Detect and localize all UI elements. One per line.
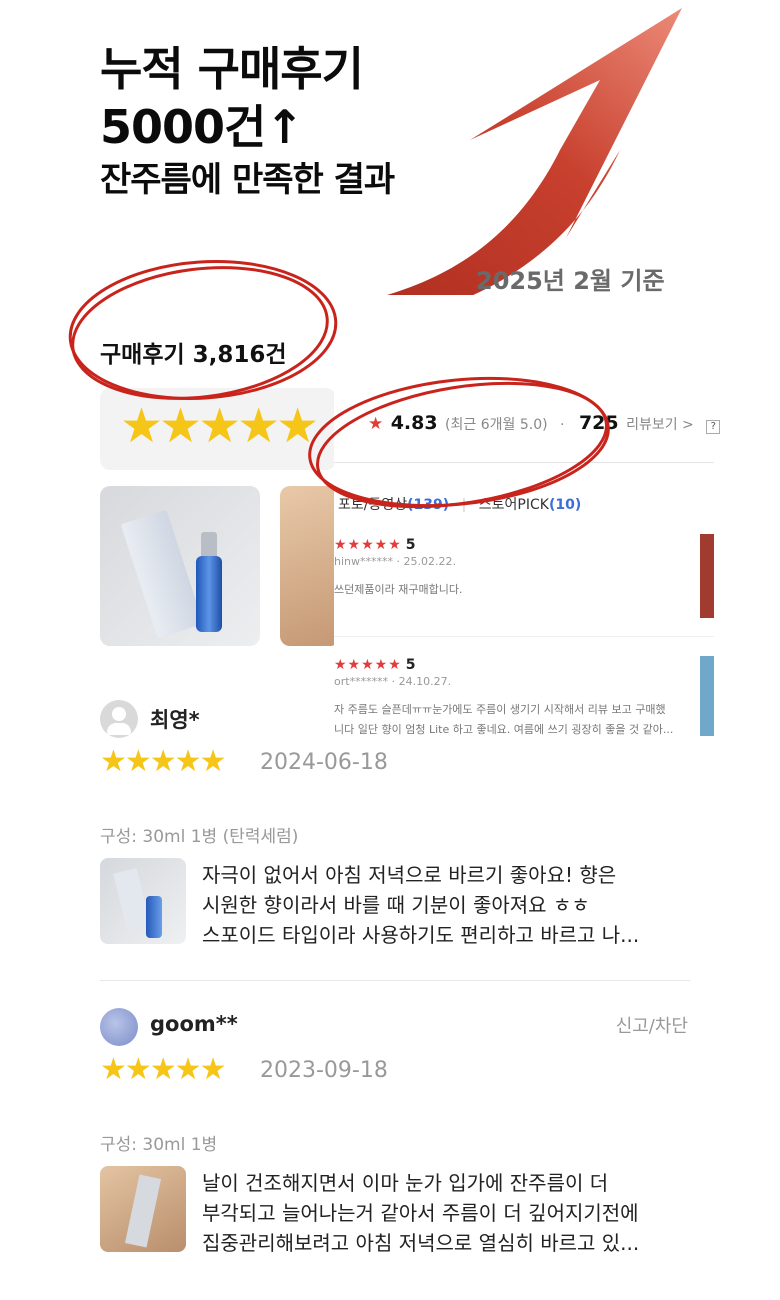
store-rating-summary: ★ 4.83 (최근 6개월 5.0) · 725 리뷰보기 > ? [368, 412, 721, 434]
review-count-label: 구매후기 3,816건 [100, 342, 287, 368]
separator-dot: · [560, 417, 565, 433]
tab-label: 스토어PICK [478, 497, 549, 513]
review-stars: ★★★★★ [100, 1052, 226, 1087]
headline-line2: 5000건↑ [100, 100, 304, 154]
purchase-option: 구성: 30ml 1병 (탄력세럼) [100, 827, 299, 847]
store-review-item[interactable]: ★★★★★ 5 hinw****** · 25.02.22. 쓰던제품이라 재구매… [334, 534, 684, 600]
review-text-line: 날이 건조해지면서 이마 눈가 입가에 잔주름이 더 [202, 1171, 609, 1195]
summary-rating-card: ★★★★★ [100, 388, 336, 470]
review-score: 5 [405, 537, 416, 553]
review-text-line: 자극이 없어서 아침 저녁으로 바르기 좋아요! 향은 [202, 863, 617, 887]
tab-photo-video[interactable]: 포토/동영상(139) [338, 497, 449, 513]
summary-stars: ★★★★★ [120, 398, 319, 454]
reviewer-name: goom** [150, 1012, 238, 1036]
review-body: 쓰던제품이라 재구매합니다. [334, 583, 463, 596]
avatar [100, 700, 138, 738]
review-user: hinw****** [334, 555, 393, 568]
review-stars: ★★★★★ [334, 537, 402, 553]
serum-bottle-image [196, 556, 222, 632]
store-review-panel: ★ 4.83 (최근 6개월 5.0) · 725 리뷰보기 > ? 포토/동영… [334, 388, 721, 738]
average-rating: 4.83 [390, 412, 438, 434]
as-of-date: 2025년 2월 기준 [476, 267, 665, 295]
divider [334, 636, 714, 637]
photo-thumbnail[interactable] [280, 486, 340, 646]
tab-count: (139) [407, 497, 450, 513]
review-photo-thumbnail[interactable] [700, 656, 714, 736]
divider [334, 462, 714, 463]
view-reviews-link[interactable]: 리뷰보기 > [626, 417, 694, 433]
tab-label: 포토/동영상 [338, 497, 408, 513]
dropper-cap-image [201, 532, 217, 558]
headline-line1: 누적 구매후기 [100, 42, 364, 96]
review-card: 최영* ★★★★★ 2024-06-18 구성: 30ml 1병 (탄력세럼) … [100, 700, 690, 990]
product-box-image [120, 509, 204, 639]
review-score: 5 [405, 657, 416, 673]
review-text-line: 시원한 향이라서 바를 때 기분이 좋아져요 ㅎㅎ [202, 893, 590, 917]
review-date: 2023-09-18 [260, 1058, 388, 1083]
review-tabs: 포토/동영상(139) | 스토어PICK(10) [338, 497, 582, 513]
store-review-count: 725 [578, 412, 619, 434]
purchase-option: 구성: 30ml 1병 [100, 1135, 218, 1155]
review-date: 2024-06-18 [260, 750, 388, 775]
serum-bottle-image [146, 896, 162, 938]
review-date: 25.02.22. [403, 555, 456, 568]
review-user: ort******* [334, 675, 389, 688]
review-text-line: 스포이드 타입이라 사용하기도 편리하고 바르고 나... [202, 923, 640, 947]
review-stars: ★★★★★ [100, 744, 226, 779]
review-date: 24.10.27. [398, 675, 452, 688]
help-icon[interactable]: ? [706, 420, 721, 434]
report-block-link[interactable]: 신고/차단 [616, 1012, 688, 1038]
review-photo-thumbnail[interactable] [700, 534, 714, 618]
avatar [100, 1008, 138, 1046]
review-photo-thumbnail[interactable] [100, 1166, 186, 1252]
headline: 누적 구매후기 5000건↑ 잔주름에 만족한 결과 [100, 40, 395, 204]
tab-store-pick[interactable]: 스토어PICK(10) [479, 497, 581, 513]
divider [100, 980, 690, 981]
review-text[interactable]: 자극이 없어서 아침 저녁으로 바르기 좋아요! 향은 시원한 향이라서 바를 … [202, 860, 692, 950]
product-box-image [124, 1174, 162, 1248]
review-text[interactable]: 날이 건조해지면서 이마 눈가 입가에 잔주름이 더 부각되고 늘어나는거 같아… [202, 1168, 692, 1258]
review-stars: ★★★★★ [334, 657, 402, 673]
photo-thumbnail[interactable] [100, 486, 260, 646]
tab-count: (10) [548, 497, 582, 513]
review-photo-thumbnail[interactable] [100, 858, 186, 944]
reviewer-name: 최영* [150, 708, 200, 732]
review-card: goom** 신고/차단 ★★★★★ 2023-09-18 구성: 30ml 1… [100, 1008, 690, 1288]
review-text-line: 집중관리해보려고 아침 저녁으로 열심히 바르고 있... [202, 1231, 640, 1255]
headline-line3: 잔주름에 만족한 결과 [100, 160, 395, 200]
review-text-line: 부각되고 늘어나는거 같아서 주름이 더 깊어지기전에 [202, 1201, 639, 1225]
star-icon: ★ [368, 414, 384, 434]
recent-rating-note: (최근 6개월 5.0) [445, 417, 548, 433]
